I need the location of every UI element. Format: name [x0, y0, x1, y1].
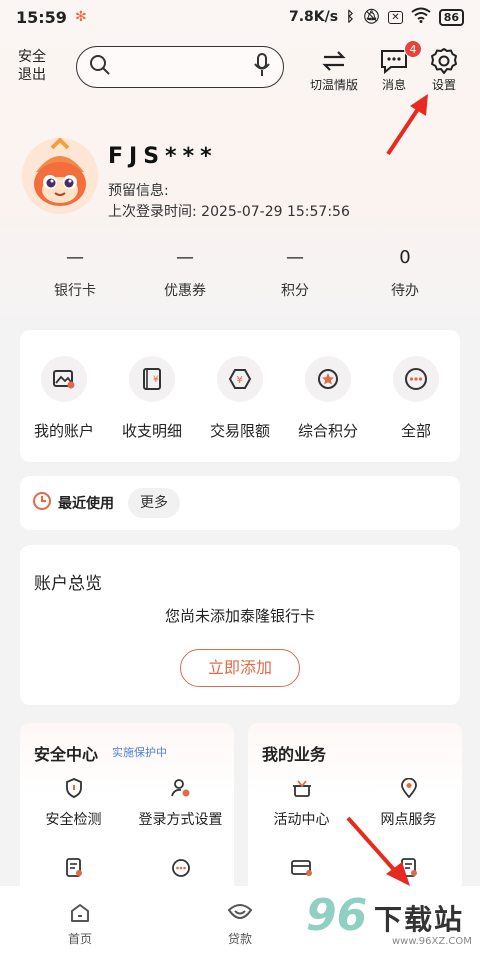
stat-bank-cards[interactable]: — 银行卡: [20, 246, 130, 300]
settings-button[interactable]: 设置: [412, 46, 476, 93]
stat-label: 积分: [281, 283, 309, 299]
quick-action-label: 综合积分: [297, 422, 358, 440]
stat-value: 0: [399, 247, 411, 268]
switch-arrows-icon: [302, 46, 366, 76]
stat-label: 优惠券: [164, 283, 206, 299]
watermark-text: 下载站: [374, 903, 465, 936]
app-notification-icon: ✻: [74, 9, 87, 25]
service-label: 登录方式设置: [138, 812, 223, 828]
ledger-icon: ¥: [129, 356, 175, 402]
logout-button[interactable]: 安全 退出: [18, 48, 54, 84]
quick-points[interactable]: 综合积分: [284, 356, 372, 462]
service-label: 安全检测: [45, 812, 102, 828]
quick-action-label: 全部: [400, 422, 431, 440]
watermark-logo: 96 下载站 www.96XZ.COM: [300, 890, 480, 956]
security-status: 实施保护中: [112, 746, 167, 759]
mascot-fish-icon: [22, 138, 98, 214]
home-icon: [0, 902, 160, 926]
stat-todo[interactable]: 0 待办: [350, 246, 460, 300]
annotation-arrow: [380, 92, 436, 166]
more-dots-icon: [127, 857, 234, 879]
loan-icon: [160, 902, 320, 926]
quick-action-label: 我的账户: [33, 422, 94, 440]
status-bar: 15:59 ✻ 7.8K/s ᛒ 🔕︎ ✕ 86: [0, 0, 480, 34]
settings-label: 设置: [431, 78, 456, 92]
stat-label: 银行卡: [54, 283, 96, 299]
clock-icon: [32, 491, 52, 515]
add-card-button[interactable]: 立即添加: [180, 649, 300, 687]
image-card-icon: [41, 356, 87, 402]
svg-text:¥: ¥: [153, 375, 159, 385]
stat-coupons[interactable]: — 优惠券: [130, 246, 240, 300]
switch-mode-button[interactable]: 切温情版: [302, 46, 366, 93]
last-login-time: 上次登录时间: 2025-07-29 15:57:56: [108, 204, 350, 220]
microphone-icon[interactable]: [253, 53, 271, 81]
security-item-3[interactable]: [20, 857, 127, 889]
quick-action-label: 交易限额: [209, 422, 270, 440]
battery-icon: 86: [438, 8, 464, 26]
nav-home[interactable]: 首页: [0, 886, 160, 960]
security-center-title: 安全中心: [34, 745, 99, 764]
switch-mode-label: 切温情版: [309, 78, 358, 92]
quick-actions-card: 我的账户 ¥ 收支明细 ¥ 交易限额 综合积分 全部: [20, 330, 460, 462]
nav-label: 首页: [67, 932, 92, 946]
avatar[interactable]: [22, 138, 98, 214]
annotation-arrow: [340, 812, 420, 896]
stat-value: —: [176, 247, 194, 268]
document-icon: [20, 857, 127, 879]
stat-label: 待办: [391, 283, 419, 299]
card-icon: [248, 857, 355, 879]
gift-icon: [248, 777, 355, 799]
status-time: 15:59: [16, 7, 67, 27]
star-icon: [305, 356, 351, 402]
svg-text:¥: ¥: [237, 375, 243, 386]
my-business-title: 我的业务: [262, 745, 327, 764]
quick-transactions[interactable]: ¥ 收支明细: [108, 356, 196, 462]
more-dots-icon: [393, 356, 439, 402]
nav-loan[interactable]: 贷款: [160, 886, 320, 960]
user-name: FJS***: [108, 144, 218, 169]
security-center-card: 安全中心 实施保护中 安全检测 登录方式设置: [20, 723, 234, 903]
watermark-url: www.96XZ.COM: [392, 936, 472, 947]
mute-icon: 🔕︎: [362, 9, 381, 25]
quick-my-account[interactable]: 我的账户: [20, 356, 108, 462]
recent-more-button[interactable]: 更多: [128, 488, 180, 518]
no-card-message: 您尚未添加泰隆银行卡: [164, 607, 315, 625]
activity-center-item[interactable]: 活动中心: [248, 777, 355, 829]
shield-icon: [20, 777, 127, 799]
gear-icon: [412, 46, 476, 76]
quick-action-label: 收支明细: [121, 422, 182, 440]
stat-points[interactable]: — 积分: [240, 246, 350, 300]
wifi-icon: [411, 7, 431, 27]
stats-row: — 银行卡 — 优惠券 — 积分 0 待办: [20, 246, 460, 300]
nav-label: 贷款: [227, 932, 252, 946]
recent-use-bar: 最近使用 更多: [20, 476, 460, 530]
quick-limits[interactable]: ¥ 交易限额: [196, 356, 284, 462]
quick-all[interactable]: 全部: [372, 356, 460, 462]
security-item-more[interactable]: [127, 857, 234, 889]
reserved-info: 预留信息:: [108, 183, 169, 199]
business-item-3[interactable]: [248, 857, 355, 889]
service-label: 活动中心: [273, 812, 330, 828]
recent-title: 最近使用: [58, 496, 114, 512]
sim-off-icon: ✕: [388, 10, 403, 24]
search-icon: [89, 54, 111, 80]
security-check-item[interactable]: 安全检测: [20, 777, 127, 829]
login-method-item[interactable]: 登录方式设置: [127, 777, 234, 829]
network-speed: 7.8K/s: [289, 9, 339, 25]
user-gear-icon: [127, 777, 234, 799]
stat-value: —: [286, 247, 304, 268]
watermark-number: 96: [306, 890, 368, 941]
location-pin-icon: [355, 777, 462, 799]
hexagon-yen-icon: ¥: [217, 356, 263, 402]
stat-value: —: [66, 247, 84, 268]
bluetooth-icon: ᛒ: [346, 9, 355, 25]
account-overview-card: 账户总览 您尚未添加泰隆银行卡 立即添加: [20, 545, 460, 705]
search-input[interactable]: [76, 46, 284, 88]
account-overview-title: 账户总览: [34, 574, 102, 594]
